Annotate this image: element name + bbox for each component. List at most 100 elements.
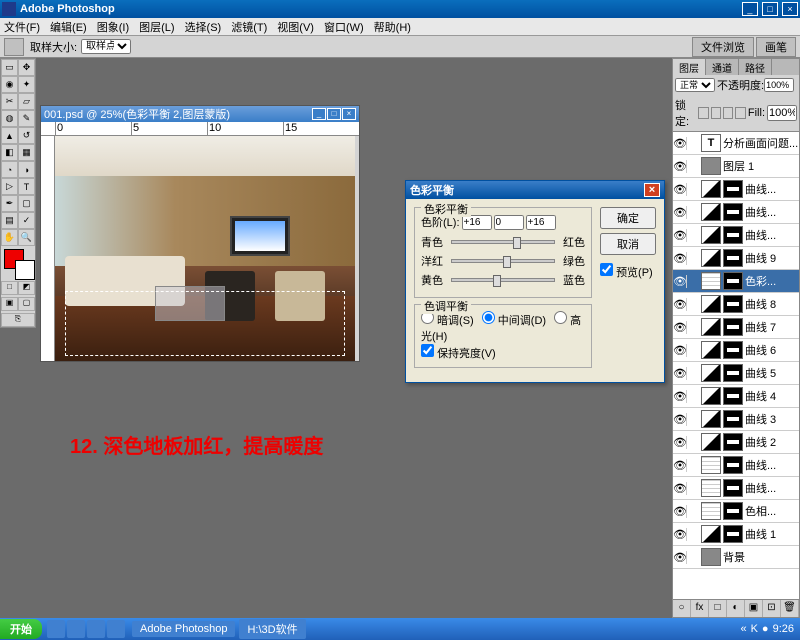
visibility-icon[interactable]: 👁 (673, 321, 687, 334)
layer-thumb[interactable] (701, 548, 721, 566)
layer-thumb[interactable] (701, 387, 721, 405)
layer-thumb[interactable] (701, 180, 721, 198)
tab-channels[interactable]: 通道 (706, 59, 739, 75)
tool-notes[interactable]: ▤ (1, 212, 18, 229)
close-button[interactable]: × (782, 2, 798, 16)
cancel-button[interactable]: 取消 (600, 233, 656, 255)
visibility-icon[interactable]: 👁 (673, 275, 687, 288)
tool-blur[interactable]: ◔ (1, 161, 18, 178)
sample-select[interactable]: 取样点 (81, 39, 131, 54)
tool-type[interactable]: T (18, 178, 35, 195)
lock-all[interactable] (735, 107, 745, 119)
mask-thumb[interactable] (723, 249, 743, 267)
layer-delete-button[interactable]: 🗑 (781, 600, 799, 617)
layer-row[interactable]: 👁曲线... (673, 477, 799, 500)
layer-thumb[interactable] (701, 203, 721, 221)
visibility-icon[interactable]: 👁 (673, 137, 687, 150)
lock-paint[interactable] (711, 107, 721, 119)
menu-edit[interactable]: 编辑(E) (50, 19, 87, 35)
tray-icon[interactable]: K (751, 623, 758, 635)
tool-dodge[interactable]: ◑ (18, 161, 35, 178)
visibility-icon[interactable]: 👁 (673, 367, 687, 380)
tool-zoom[interactable]: 🔍 (18, 229, 35, 246)
level-input-1[interactable] (494, 215, 524, 230)
menu-view[interactable]: 视图(V) (277, 19, 314, 35)
mask-thumb[interactable] (723, 387, 743, 405)
menu-layer[interactable]: 图层(L) (139, 19, 174, 35)
visibility-icon[interactable]: 👁 (673, 551, 687, 564)
menu-help[interactable]: 帮助(H) (374, 19, 411, 35)
layer-row[interactable]: 👁曲线 4 (673, 385, 799, 408)
visibility-icon[interactable]: 👁 (673, 413, 687, 426)
blend-mode[interactable]: 正常 (675, 78, 715, 92)
tool-move[interactable]: ✥ (18, 59, 35, 76)
visibility-icon[interactable]: 👁 (673, 436, 687, 449)
visibility-icon[interactable]: 👁 (673, 252, 687, 265)
menu-file[interactable]: 文件(F) (4, 19, 40, 35)
layer-row[interactable]: 👁色彩... (673, 270, 799, 293)
tool-eyedrop[interactable]: ✓ (18, 212, 35, 229)
layer-thumb[interactable] (701, 341, 721, 359)
tool-path[interactable]: ▷ (1, 178, 18, 195)
slider-2[interactable] (451, 278, 555, 282)
layer-fx-button[interactable]: fx (691, 600, 709, 617)
layer-thumb[interactable] (701, 456, 721, 474)
layer-thumb[interactable] (701, 318, 721, 336)
layer-thumb[interactable] (701, 410, 721, 428)
clock[interactable]: 9:26 (773, 623, 794, 635)
mode-quickmask[interactable]: ◩ (18, 281, 35, 295)
layer-mask-button[interactable]: □ (709, 600, 727, 617)
layer-folder-button[interactable]: ▣ (745, 600, 763, 617)
visibility-icon[interactable]: 👁 (673, 344, 687, 357)
dialog-close[interactable]: × (644, 183, 660, 197)
layer-row[interactable]: 👁曲线 3 (673, 408, 799, 431)
mask-thumb[interactable] (723, 410, 743, 428)
task-photoshop[interactable]: Adobe Photoshop (132, 621, 235, 637)
tool-brush[interactable]: ✎ (18, 110, 35, 127)
visibility-icon[interactable]: 👁 (673, 160, 687, 173)
screen-1[interactable]: ▣ (1, 297, 18, 311)
preview-checkbox[interactable]: 预览(P) (600, 263, 656, 280)
menu-select[interactable]: 选择(S) (185, 19, 222, 35)
mask-thumb[interactable] (723, 226, 743, 244)
level-input-2[interactable] (526, 215, 556, 230)
layer-row[interactable]: 👁曲线 8 (673, 293, 799, 316)
mask-thumb[interactable] (723, 203, 743, 221)
tool-lasso[interactable]: ◉ (1, 76, 18, 93)
tool-gradient[interactable]: ▦ (18, 144, 35, 161)
tool-wand[interactable]: ✦ (18, 76, 35, 93)
dialog-titlebar[interactable]: 色彩平衡 × (406, 181, 664, 199)
visibility-icon[interactable]: 👁 (673, 298, 687, 311)
document-titlebar[interactable]: 001.psd @ 25%(色彩平衡 2,图层蒙版) _ □ × (41, 106, 359, 122)
fill-input[interactable] (767, 105, 797, 121)
tool-stamp[interactable]: ▲ (1, 127, 18, 144)
layer-row[interactable]: 👁曲线 7 (673, 316, 799, 339)
tool-eraser[interactable]: ◧ (1, 144, 18, 161)
layer-row[interactable]: 👁曲线 9 (673, 247, 799, 270)
foreground-color[interactable] (4, 249, 24, 269)
tool-crop[interactable]: ✂ (1, 93, 18, 110)
tool-shape[interactable]: ▢ (18, 195, 35, 212)
menu-window[interactable]: 窗口(W) (324, 19, 364, 35)
minimize-button[interactable]: _ (742, 2, 758, 16)
ql-4[interactable] (107, 620, 125, 638)
menu-filter[interactable]: 滤镜(T) (231, 19, 267, 35)
layer-thumb[interactable] (701, 479, 721, 497)
mask-thumb[interactable] (723, 341, 743, 359)
layer-thumb[interactable] (701, 364, 721, 382)
layer-thumb[interactable] (701, 272, 721, 290)
layer-row[interactable]: 👁图层 1 (673, 155, 799, 178)
tray-icon[interactable]: « (740, 623, 746, 635)
tool-history[interactable]: ↺ (18, 127, 35, 144)
layer-row[interactable]: 👁曲线... (673, 224, 799, 247)
tab-brushes[interactable]: 画笔 (756, 37, 796, 57)
ql-2[interactable] (67, 620, 85, 638)
visibility-icon[interactable]: 👁 (673, 206, 687, 219)
mask-thumb[interactable] (723, 295, 743, 313)
layer-thumb[interactable]: T (701, 134, 721, 152)
layer-thumb[interactable] (701, 502, 721, 520)
lock-position[interactable] (723, 107, 733, 119)
opacity-input[interactable] (764, 78, 794, 92)
slider-1[interactable] (451, 259, 555, 263)
mask-thumb[interactable] (723, 456, 743, 474)
